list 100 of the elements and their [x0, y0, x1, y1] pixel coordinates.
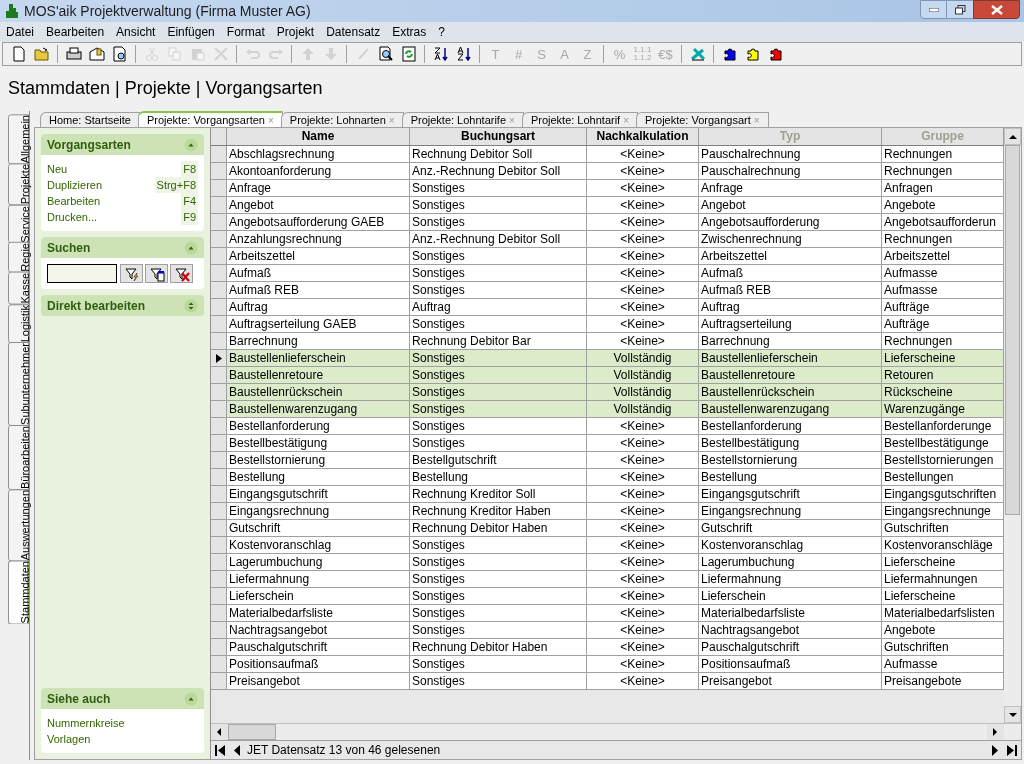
filter-button[interactable] — [120, 264, 143, 283]
restore-button[interactable] — [947, 0, 973, 19]
table-row[interactable]: Arbeitszettel Sonstiges <Keine> Arbeitszettel Arbeitszettel — [211, 248, 1004, 265]
column-header[interactable]: Name — [227, 128, 410, 145]
table-cell: Aufmaß — [699, 265, 882, 281]
section-header[interactable]: Direkt bearbeiten — [41, 295, 204, 316]
action-link[interactable]: Neu — [47, 160, 68, 178]
document-tab[interactable]: Projekte: Vorgangsart × — [636, 112, 769, 127]
table-row[interactable]: Preisangebot Sonstiges <Keine> Preisangebot Preisangebote — [211, 673, 1004, 690]
horizontal-scrollbar[interactable] — [211, 723, 1021, 740]
table-row[interactable]: Nachtragsangebot Sonstiges <Keine> Nachtragsangebot Angebote — [211, 622, 1004, 639]
filter-button[interactable] — [170, 264, 193, 283]
side-tab[interactable]: Projekte — [8, 163, 29, 206]
link[interactable]: Nummernkreise — [47, 714, 125, 732]
table-cell: Sonstiges — [410, 350, 587, 366]
link[interactable]: Vorlagen — [47, 730, 91, 748]
menu-item[interactable]: Ansicht — [110, 23, 162, 41]
document-tab[interactable]: Projekte: Lohnarten × — [280, 112, 404, 127]
table-row[interactable]: Auftrag Auftrag <Keine> Auftrag Aufträge — [211, 299, 1004, 316]
table-row[interactable]: Bestellanforderung Sonstiges <Keine> Bestellanforderung Bestellanforderunge — [211, 418, 1004, 435]
section-header[interactable]: Siehe auch — [41, 688, 204, 709]
table-row[interactable]: Aufmaß REB Sonstiges <Keine> Aufmaß REB Aufmasse — [211, 282, 1004, 299]
tab-label[interactable]: Projekte: Lohntarife — [410, 111, 507, 129]
collapse-icon[interactable] — [184, 137, 198, 152]
table-row[interactable]: Gutschrift Rechnung Debitor Haben <Keine> Gutschrift Gutschriften — [211, 520, 1004, 537]
side-tab[interactable]: Kasse — [8, 272, 29, 305]
tab-label[interactable]: Projekte: Lohnarten — [289, 111, 386, 129]
scroll-left-icon[interactable] — [211, 724, 228, 740]
table-row[interactable]: Angebotsaufforderung GAEB Sonstiges <Keine> Angebotsaufforderung Angebotsaufforderun — [211, 214, 1004, 231]
table-row[interactable]: Barrechnung Rechnung Debitor Bar <Keine> Barrechnung Rechnungen — [211, 333, 1004, 350]
tab-label[interactable]: Projekte: Vorgangsarten — [146, 111, 265, 129]
section-header[interactable]: Vorgangsarten — [41, 134, 204, 155]
filter-remove-icon — [173, 265, 190, 282]
scrollbar-thumb[interactable] — [228, 724, 276, 740]
table-row[interactable]: Aufmaß Sonstiges <Keine> Aufmaß Aufmasse — [211, 265, 1004, 282]
table-row[interactable]: Abschlagsrechnung Rechnung Debitor Soll <Keine> Pauschalrechnung Rechnungen — [211, 146, 1004, 163]
side-tab[interactable]: Auswertungen — [8, 488, 29, 562]
table-row[interactable]: Anzahlungsrechnung Anz.-Rechnung Debitor Soll <Keine> Zwischenrechnung Rechnungen — [211, 231, 1004, 248]
side-tab[interactable]: Service — [8, 204, 29, 244]
menu-item[interactable]: ? — [432, 23, 451, 41]
side-tab[interactable]: Allgemein — [8, 114, 29, 165]
side-tab[interactable]: Subunternehmer — [8, 342, 29, 426]
column-header[interactable]: Buchungsart — [410, 128, 587, 145]
table-row[interactable]: Auftragserteilung GAEB Sonstiges <Keine> Auftragserteilung Aufträge — [211, 316, 1004, 333]
tab-label[interactable]: Projekte: Lohntarif — [530, 111, 621, 129]
side-tab[interactable]: Regie — [8, 242, 29, 274]
table-row[interactable]: Anfrage Sonstiges <Keine> Anfrage Anfragen — [211, 180, 1004, 197]
menu-item[interactable]: Format — [220, 23, 271, 41]
table-cell: Sonstiges — [410, 401, 587, 417]
table-row[interactable]: Materialbedarfsliste Sonstiges <Keine> Materialbedarfsliste Materialbedarfslisten — [211, 605, 1004, 622]
search-field[interactable] — [47, 264, 117, 283]
table-row[interactable]: Bestellung Bestellung <Keine> Bestellung Bestellungen — [211, 469, 1004, 486]
table-cell: <Keine> — [587, 146, 699, 162]
menu-item[interactable]: Einfügen — [161, 23, 221, 41]
action-link[interactable]: Duplizieren — [47, 176, 103, 194]
expand-icon[interactable] — [184, 298, 198, 313]
menu-item[interactable]: Bearbeiten — [40, 23, 111, 41]
table-row[interactable]: Baustellenretoure Sonstiges Vollständig Baustellenretoure Retouren — [211, 367, 1004, 384]
action-link[interactable]: Drucken... — [47, 208, 98, 226]
filter-button[interactable] — [145, 264, 168, 283]
table-row[interactable]: Bestellstornierung Bestellgutschrift <Keine> Bestellstornierung Bestellstornierungen — [211, 452, 1004, 469]
tab-label[interactable]: Projekte: Vorgangsart — [645, 111, 751, 129]
table-row[interactable]: Lagerumbuchung Sonstiges <Keine> Lagerumbuchung Lieferscheine — [211, 554, 1004, 571]
section-header[interactable]: Suchen — [41, 237, 204, 258]
table-row[interactable]: Akontoanforderung Anz.-Rechnung Debitor Soll <Keine> Pauschalrechnung Rechnungen — [211, 163, 1004, 180]
table-row[interactable]: Eingangsgutschrift Rechnung Kreditor Soll <Keine> Eingangsgutschrift Eingangsgutschriften — [211, 486, 1004, 503]
table-row[interactable]: Liefermahnung Sonstiges <Keine> Liefermahnung Liefermahnungen — [211, 571, 1004, 588]
side-tab[interactable]: Logistik — [8, 303, 29, 343]
collapse-icon[interactable] — [184, 691, 198, 706]
document-tab[interactable]: Home: Startseite — [40, 112, 140, 127]
vertical-scrollbar[interactable] — [1004, 128, 1021, 723]
close-button[interactable] — [973, 0, 1020, 19]
table-row[interactable]: Kostenvoranschlag Sonstiges <Keine> Kostenvoranschlag Kostenvoranschläge — [211, 537, 1004, 554]
menu-item[interactable]: Extras — [386, 23, 433, 41]
scroll-right-icon[interactable] — [987, 724, 1004, 740]
document-tab[interactable]: Projekte: Lohntarif × — [521, 112, 638, 127]
table-row[interactable]: Baustellenrückschein Sonstiges Vollständig Baustellenrückschein Rückscheine — [211, 384, 1004, 401]
table-row[interactable]: Angebot Sonstiges <Keine> Angebot Angebote — [211, 197, 1004, 214]
table-row[interactable]: Baustellenlieferschein Sonstiges Vollständig Baustellenlieferschein Lieferscheine — [211, 350, 1004, 367]
action-link[interactable]: Bearbeiten — [47, 192, 101, 210]
document-tab[interactable]: Projekte: Vorgangsarten × — [137, 111, 283, 127]
side-tab[interactable]: Stammdaten — [8, 560, 29, 625]
table-row[interactable]: Eingangsrechnung Rechnung Kreditor Haben <Keine> Eingangsrechnung Eingangsrechnunge — [211, 503, 1004, 520]
table-row[interactable]: Baustellenwarenzugang Sonstiges Vollständig Baustellenwarenzugang Warenzugänge — [211, 401, 1004, 418]
side-tab[interactable]: Büroarbeiten — [8, 424, 29, 490]
table-row[interactable]: Pauschalgutschrift Rechnung Debitor Haben <Keine> Pauschalgutschrift Gutschriften — [211, 639, 1004, 656]
table-row[interactable]: Positionsaufmaß Sonstiges <Keine> Positionsaufmaß Aufmasse — [211, 656, 1004, 673]
table-row[interactable]: Bestellbestätigung Sonstiges <Keine> Bestellbestätigung Bestellbestätigunge — [211, 435, 1004, 452]
document-tab[interactable]: Projekte: Lohntarife × — [401, 112, 524, 127]
table-row[interactable]: Lieferschein Sonstiges <Keine> Lieferschein Lieferscheine — [211, 588, 1004, 605]
menu-item[interactable]: Datensatz — [320, 23, 387, 41]
scroll-up-icon[interactable] — [1004, 128, 1021, 145]
tab-label[interactable]: Home: Startseite — [49, 111, 131, 129]
menu-item[interactable]: Projekt — [270, 23, 321, 41]
menu-item[interactable]: Datei — [0, 23, 40, 41]
scrollbar-thumb[interactable] — [1005, 145, 1020, 515]
scroll-down-icon[interactable] — [1004, 706, 1021, 723]
collapse-icon[interactable] — [184, 240, 198, 255]
section-title: Suchen — [47, 239, 91, 257]
column-header[interactable]: Nachkalkulation — [587, 128, 699, 145]
